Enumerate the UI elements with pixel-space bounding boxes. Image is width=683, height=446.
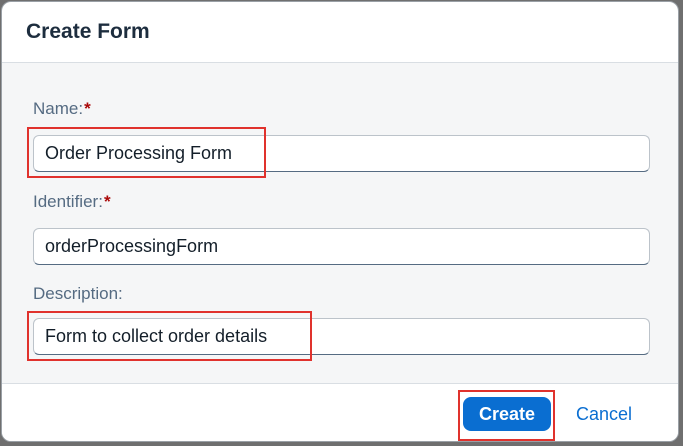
identifier-required-mark: * bbox=[103, 192, 111, 211]
identifier-label-text: Identifier: bbox=[33, 192, 103, 211]
name-label: Name:* bbox=[33, 99, 91, 119]
description-label: Description: bbox=[33, 284, 123, 304]
dialog-header: Create Form bbox=[2, 2, 678, 63]
name-required-mark: * bbox=[84, 99, 91, 118]
create-button[interactable]: Create bbox=[463, 397, 551, 431]
create-form-dialog: Create Form Name:* Identifier:* Descript… bbox=[1, 1, 679, 442]
description-input[interactable] bbox=[33, 318, 650, 355]
dialog-title: Create Form bbox=[26, 20, 150, 43]
name-input[interactable] bbox=[33, 135, 650, 172]
dialog-footer: Create Cancel bbox=[2, 383, 678, 441]
cancel-button[interactable]: Cancel bbox=[564, 397, 644, 431]
identifier-label: Identifier:* bbox=[33, 192, 111, 212]
dialog-content: Name:* Identifier:* Description: bbox=[2, 63, 678, 385]
description-label-text: Description: bbox=[33, 284, 123, 303]
identifier-input[interactable] bbox=[33, 228, 650, 265]
name-label-text: Name: bbox=[33, 99, 84, 118]
